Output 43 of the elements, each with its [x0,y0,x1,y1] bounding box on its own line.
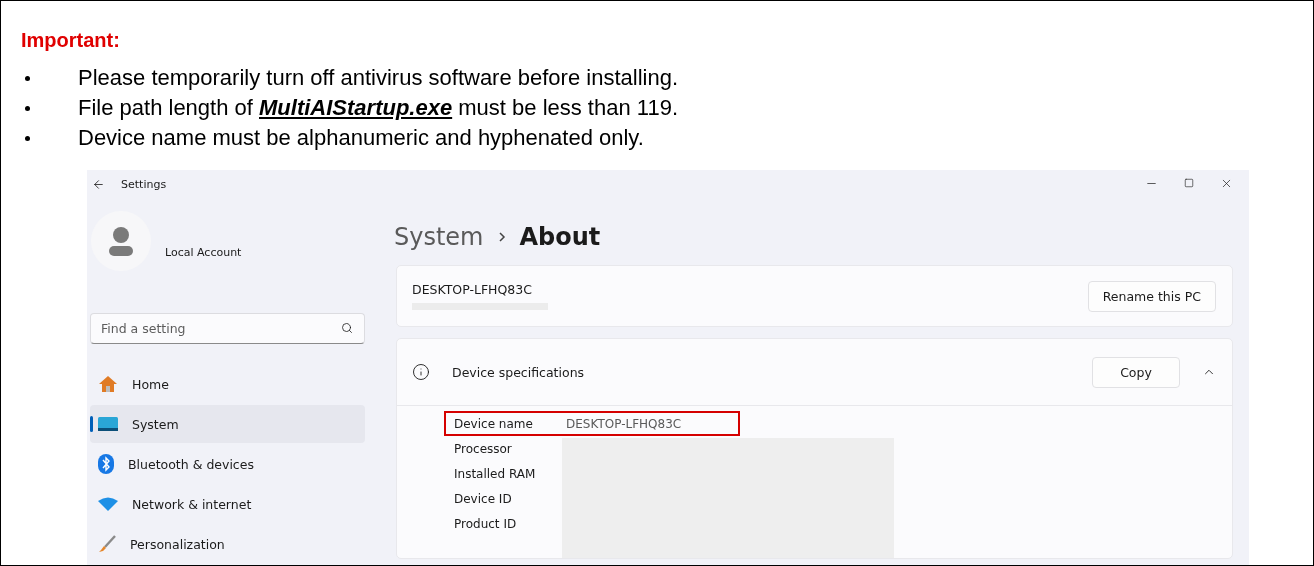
specs-title: Device specifications [452,364,585,380]
spec-label: Processor [454,441,513,456]
search-field[interactable]: Find a setting [90,313,365,344]
notice-heading: Important: [21,29,121,52]
nav-label: Personalization [130,536,225,552]
pc-name: DESKTOP-LFHQ83C [412,282,533,297]
nav-item[interactable]: Network & internet [90,485,365,523]
nav-item[interactable]: Home [90,365,365,403]
spec-label: Device ID [454,491,513,506]
notice-text: Device name must be alphanumeric and hyphenated only. [78,126,644,150]
monitor-icon [98,417,118,431]
nav-item[interactable]: Bluetooth & devices [90,445,365,483]
bullet-icon [25,105,30,111]
nav-label: Home [132,376,169,392]
nav-label: System [132,416,179,432]
bullet-icon [25,135,30,141]
nav-item[interactable]: Personalization [90,525,365,563]
bullet-icon [25,75,30,81]
info-icon [412,363,430,381]
spec-label: Product ID [454,516,518,531]
window-title: Settings [121,178,167,191]
notice-text: File path length of MultiAIStartup.exe must be less than 119. [78,96,678,120]
spec-label: Installed RAM [454,466,537,481]
copy-button[interactable]: Copy [1092,356,1180,388]
bluetooth-icon [98,454,114,474]
paintbrush-icon [98,535,116,553]
rename-button[interactable]: Rename this PC [1087,280,1216,312]
breadcrumb-parent[interactable]: System [394,223,484,251]
nav-label: Bluetooth & devices [128,456,254,472]
notice-text: Please temporarily turn off antivirus software before installing. [78,66,678,90]
search-icon[interactable] [341,322,353,334]
wifi-icon [98,497,118,511]
spec-value: DESKTOP-LFHQ83C [566,416,682,431]
nav-item[interactable]: System [90,405,365,443]
house-icon [98,375,118,393]
selection-indicator [90,416,93,432]
chevron-right-icon [497,231,506,243]
page-title: About [519,223,601,251]
back-icon[interactable] [92,178,105,191]
account-label: Local Account [165,245,242,259]
nav-label: Network & internet [132,496,252,512]
spec-label: Device name [454,416,534,431]
maximize-icon[interactable] [1184,178,1194,188]
